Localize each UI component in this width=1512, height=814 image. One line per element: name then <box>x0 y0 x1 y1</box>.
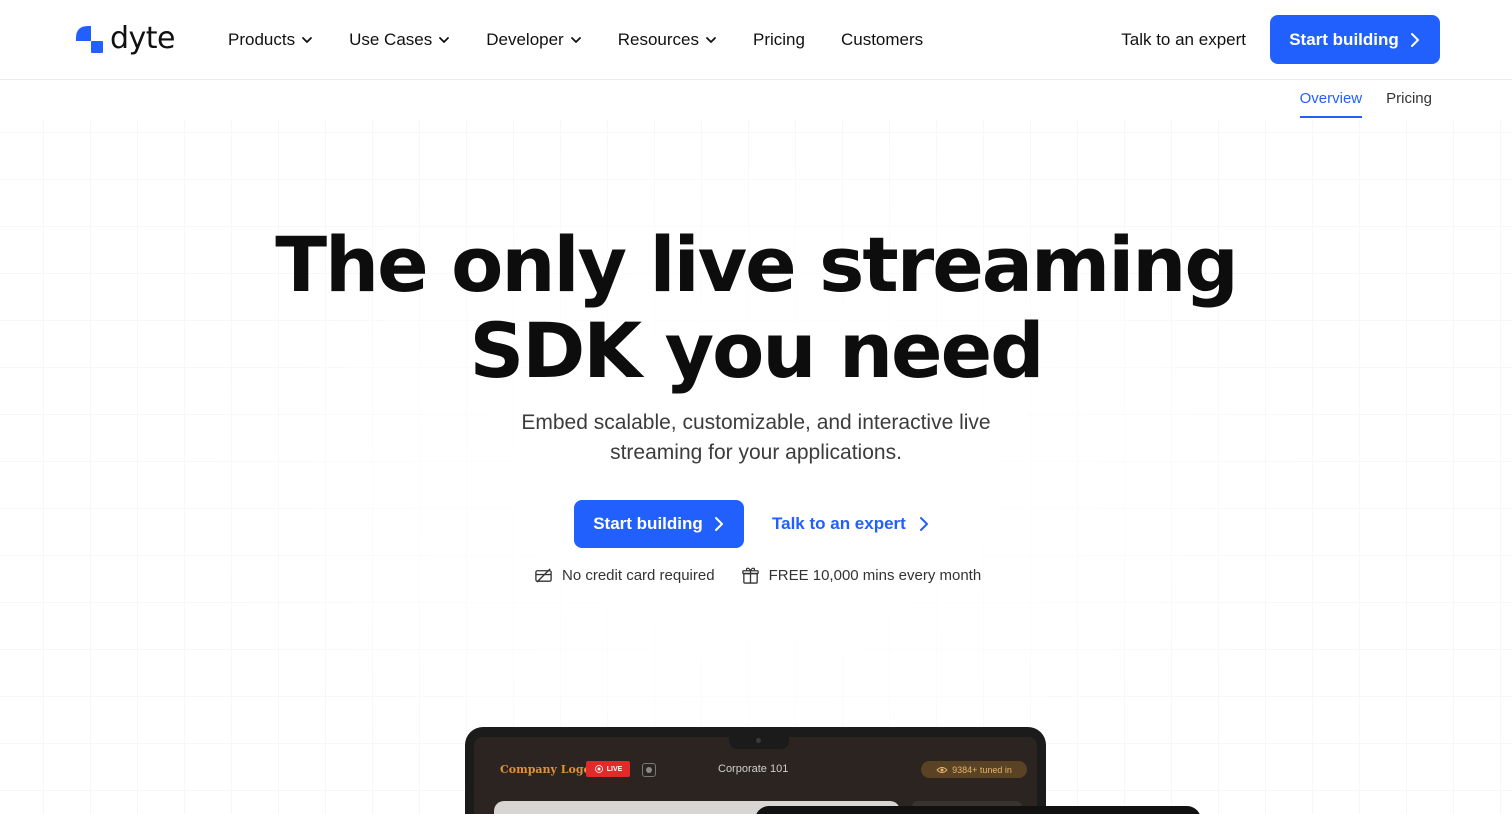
logo-wordmark: dyte <box>110 21 176 56</box>
perk-no-credit-card: No credit card required <box>534 566 715 585</box>
main-nav: Products Use Cases Developer Resources P… <box>228 26 959 54</box>
hero-start-building-label: Start building <box>593 514 703 533</box>
no-credit-card-icon <box>535 567 552 583</box>
broadcast-icon <box>594 765 603 773</box>
perk-label: No credit card required <box>562 566 715 584</box>
page: dyte Products Use Cases Developer Resour… <box>0 0 1512 814</box>
hero-talk-to-expert-link[interactable]: Talk to an expert <box>772 514 930 534</box>
perk-free-minutes: FREE 10,000 mins every month <box>741 566 982 585</box>
chevron-down-icon <box>706 37 716 43</box>
nav-item-resources[interactable]: Resources <box>618 30 717 50</box>
hero-perks: No credit card required FREE 10,000 mins… <box>534 564 981 586</box>
nav-item-label: Products <box>228 30 296 49</box>
hero-start-building-button[interactable]: Start building <box>574 500 744 548</box>
gift-icon <box>741 567 759 584</box>
nav-item-label: Customers <box>840 30 924 49</box>
viewer-count-badge: 9384+ tuned in <box>921 761 1027 778</box>
chevron-right-icon <box>919 517 928 531</box>
nav-item-label: Resources <box>617 30 699 49</box>
tab-overview[interactable]: Overview <box>1299 90 1363 118</box>
laptop-mockup: Company Logo LIVE Corporate 101 9384+ tu… <box>465 727 1046 814</box>
mockup-company-logo: Company Logo <box>500 763 591 776</box>
top-navbar: dyte Products Use Cases Developer Resour… <box>0 0 1512 80</box>
hero-subheadline: Embed scalable, customizable, and intera… <box>0 408 1512 468</box>
nav-item-customers[interactable]: Customers <box>841 30 923 50</box>
nav-item-use-cases[interactable]: Use Cases <box>349 30 450 50</box>
chevron-down-icon <box>302 37 312 43</box>
start-building-button[interactable]: Start building <box>1270 15 1440 64</box>
phone-mockup <box>755 806 1201 814</box>
eye-icon <box>936 766 948 773</box>
nav-actions: Talk to an expert Start building <box>1121 15 1440 64</box>
dyte-logo-icon <box>76 26 103 53</box>
nav-item-developer[interactable]: Developer <box>486 30 582 50</box>
live-badge: LIVE <box>586 761 630 777</box>
tab-pricing[interactable]: Pricing <box>1386 90 1432 118</box>
sub-nav: Overview Pricing <box>1299 90 1432 118</box>
chevron-right-icon <box>714 517 723 531</box>
laptop-screen: Company Logo LIVE Corporate 101 9384+ tu… <box>474 735 1037 814</box>
chevron-down-icon <box>439 37 450 43</box>
camera-notch <box>729 735 789 749</box>
live-label: LIVE <box>606 765 623 773</box>
nav-item-label: Use Cases <box>349 30 433 49</box>
talk-to-expert-link[interactable]: Talk to an expert <box>1121 30 1246 50</box>
hero-talk-label: Talk to an expert <box>772 514 906 533</box>
viewer-count-label: 9384+ tuned in <box>952 764 1012 775</box>
nav-item-label: Developer <box>486 30 564 49</box>
subline-line-2: streaming for your applications. <box>610 441 902 464</box>
chevron-right-icon <box>1410 32 1419 47</box>
nav-item-label: Pricing <box>753 30 805 49</box>
nav-item-products[interactable]: Products <box>228 30 313 50</box>
nav-item-pricing[interactable]: Pricing <box>753 30 805 50</box>
mockup-stream-title: Corporate 101 <box>718 763 789 775</box>
start-building-label: Start building <box>1289 29 1399 49</box>
chevron-down-icon <box>570 37 581 43</box>
dyte-logo[interactable]: dyte <box>74 21 176 56</box>
hero-headline: The only live streaming SDK you need <box>0 222 1512 394</box>
headline-line-2: SDK you need <box>469 306 1044 395</box>
subline-line-1: Embed scalable, customizable, and intera… <box>521 411 991 434</box>
headline-line-1: The only live streaming <box>275 220 1239 309</box>
record-icon <box>642 763 656 777</box>
hero-cta-row: Start building Talk to an expert <box>574 500 930 548</box>
perk-label: FREE 10,000 mins every month <box>768 566 982 584</box>
